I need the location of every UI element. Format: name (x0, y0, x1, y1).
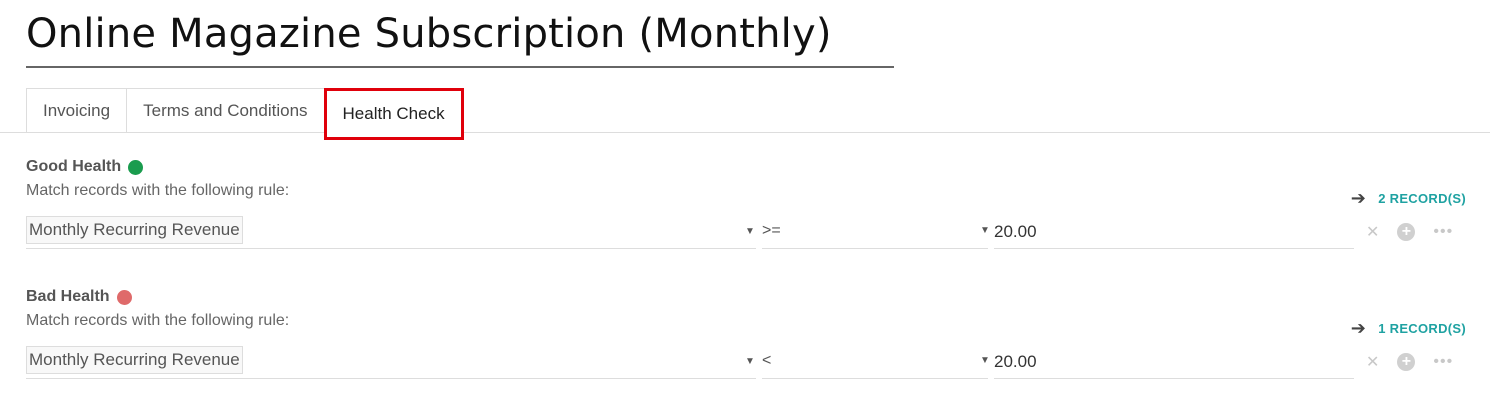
bad-health-field-select[interactable]: Monthly Recurring Revenue ▼ (26, 346, 756, 379)
subscription-form: Online Magazine Subscription (Monthly) I… (0, 0, 1490, 406)
bad-health-section: Bad Health Match records with the follow… (26, 288, 1466, 379)
status-dot-green-icon (128, 159, 144, 175)
bad-health-heading: Bad Health (26, 288, 1466, 306)
bad-health-row-actions: ✕ + ••• (1366, 346, 1453, 378)
close-icon[interactable]: ✕ (1366, 222, 1379, 242)
tab-bar: Invoicing Terms and Conditions Health Ch… (26, 88, 464, 140)
caret-down-icon[interactable]: ▼ (980, 216, 990, 246)
more-options-icon[interactable]: ••• (1433, 353, 1453, 371)
bad-health-field-value[interactable]: Monthly Recurring Revenue (26, 346, 243, 374)
add-circle-icon[interactable]: + (1397, 353, 1416, 371)
good-health-value-input[interactable]: 20.00 (994, 216, 1354, 249)
arrow-right-icon: ➔ (1350, 188, 1367, 208)
good-health-row-actions: ✕ + ••• (1366, 216, 1453, 248)
add-circle-icon[interactable]: + (1397, 223, 1416, 241)
bad-health-label: Bad Health (26, 288, 110, 305)
status-dot-red-icon (116, 289, 132, 305)
bad-health-records-link[interactable]: ➔ 1 RECORD(S) (1351, 318, 1466, 339)
bad-health-rule-row: Monthly Recurring Revenue ▼ < ▼ 20.00 ✕ … (26, 346, 1466, 380)
bad-health-operator-select[interactable]: < ▼ (762, 346, 990, 379)
bad-health-records-count[interactable]: 1 RECORD(S) (1378, 321, 1466, 336)
bad-health-rule-text: Match records with the following rule: (26, 312, 290, 329)
caret-down-icon[interactable]: ▼ (745, 356, 755, 367)
good-health-operator-value[interactable]: >= (762, 222, 781, 239)
tab-health-check[interactable]: Health Check (323, 88, 464, 140)
tab-invoicing[interactable]: Invoicing (26, 88, 128, 132)
good-health-field-select[interactable]: Monthly Recurring Revenue ▼ (26, 216, 756, 249)
good-health-rule-row: Monthly Recurring Revenue ▼ >= ▼ 20.00 ✕… (26, 216, 1466, 250)
arrow-right-icon: ➔ (1350, 318, 1367, 338)
good-health-field-value[interactable]: Monthly Recurring Revenue (26, 216, 243, 244)
caret-down-icon[interactable]: ▼ (980, 346, 990, 376)
caret-down-icon[interactable]: ▼ (745, 226, 755, 237)
bad-health-value-input[interactable]: 20.00 (994, 346, 1354, 379)
good-health-section: Good Health Match records with the follo… (26, 158, 1466, 249)
good-health-records-count[interactable]: 2 RECORD(S) (1378, 191, 1466, 206)
good-health-records-link[interactable]: ➔ 2 RECORD(S) (1351, 188, 1466, 209)
close-icon[interactable]: ✕ (1366, 352, 1379, 372)
page-title[interactable]: Online Magazine Subscription (Monthly) (26, 8, 832, 60)
good-health-label: Good Health (26, 158, 122, 175)
good-health-rule-text: Match records with the following rule: (26, 182, 290, 199)
good-health-heading: Good Health (26, 158, 1466, 176)
good-health-operator-select[interactable]: >= ▼ (762, 216, 990, 249)
more-options-icon[interactable]: ••• (1433, 223, 1453, 241)
title-underline (26, 66, 894, 68)
tab-terms-and-conditions[interactable]: Terms and Conditions (126, 88, 325, 132)
bad-health-operator-value[interactable]: < (762, 352, 771, 369)
